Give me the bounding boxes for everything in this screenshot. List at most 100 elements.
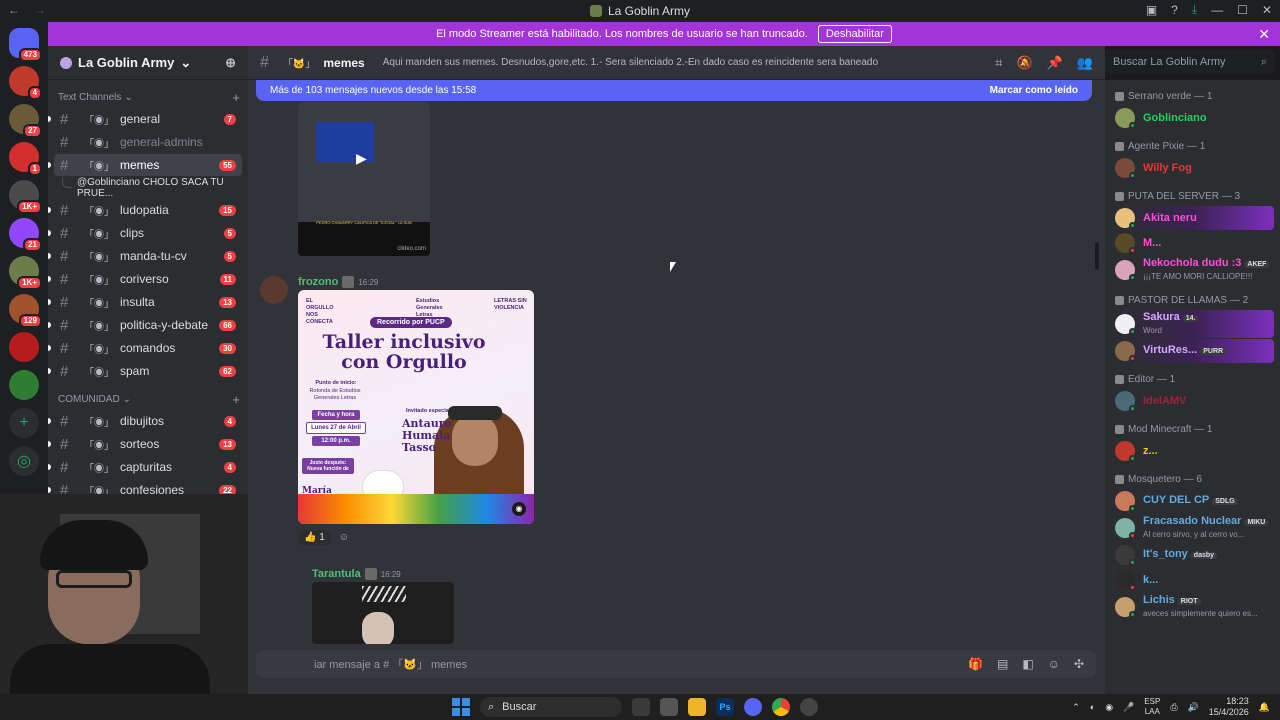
video-attachment[interactable]: ▶ PEDRO CHAVARRY CALIFICA DE "ILEGAL" LA…: [298, 102, 430, 256]
emoji-icon[interactable]: ☺: [1048, 657, 1060, 671]
channel-general-admins[interactable]: # 「◉」 general-admins: [54, 131, 242, 153]
network-icon[interactable]: ⎙: [1170, 702, 1177, 713]
wifi-icon[interactable]: ◉: [1105, 702, 1113, 713]
notifications-icon[interactable]: 🔔: [1259, 702, 1270, 713]
download-icon[interactable]: ⤓: [1192, 2, 1197, 17]
image-attachment[interactable]: EL ORGULLO NOS CONECTA Estudios Generale…: [298, 290, 534, 524]
channel-memes[interactable]: # 「◉」 memes 55: [48, 154, 242, 176]
member-item[interactable]: VirtuRes... PURR: [1115, 339, 1274, 363]
chrome-icon[interactable]: [772, 698, 790, 716]
task-view-icon[interactable]: [632, 698, 650, 716]
guild-direct-messages[interactable]: 473: [9, 28, 42, 62]
chevron-up-icon[interactable]: ⌃: [1072, 702, 1080, 713]
channel-insulta[interactable]: # 「◉」 insulta 13: [48, 291, 242, 313]
member-item[interactable]: k...: [1115, 568, 1280, 592]
server-header[interactable]: La Goblin Army ⌄ ⊕: [48, 46, 248, 80]
member-item[interactable]: IdelAMV: [1115, 389, 1280, 413]
app-icon[interactable]: [800, 698, 818, 716]
guild-server-8[interactable]: [9, 332, 39, 362]
message-avatar[interactable]: [260, 276, 288, 304]
guild-server-4[interactable]: 1K+: [9, 180, 42, 214]
channel-capturitas[interactable]: # 「◉」 capturitas 4: [48, 456, 242, 478]
channel-manda-tu-cv[interactable]: # 「◉」 manda-tu-cv 5: [48, 245, 242, 267]
new-messages-bar[interactable]: Más de 103 mensajes nuevos desde las 15:…: [256, 80, 1092, 101]
language-indicator[interactable]: ESP LAA: [1144, 697, 1160, 717]
gif-icon[interactable]: ▤: [997, 657, 1008, 671]
invite-people-icon[interactable]: ⊕: [225, 55, 236, 71]
threads-icon[interactable]: ⌗: [995, 55, 1002, 71]
pin-icon[interactable]: 📌: [1047, 55, 1063, 71]
channel-clips[interactable]: # 「◉」 clips 5: [48, 222, 242, 244]
channel-general[interactable]: # 「◉」 general 7: [48, 108, 242, 130]
guild-server-2[interactable]: 27: [9, 104, 42, 138]
category-header[interactable]: COMUNIDAD ⌄ +: [48, 388, 248, 410]
photoshop-icon[interactable]: Ps: [716, 698, 734, 716]
search-input[interactable]: Buscar La Goblin Army ⌕: [1105, 50, 1275, 74]
disable-streamer-button[interactable]: Deshabilitar: [817, 25, 892, 43]
channel-spam[interactable]: # 「◉」 spam 62: [48, 360, 242, 382]
message-input[interactable]: iar mensaje a # 「🐱」 memes 🎁 ▤ ◧ ☺ ✣: [256, 650, 1096, 678]
guild-server-7[interactable]: 129: [9, 294, 42, 328]
channel-ludopatia[interactable]: # 「◉」 ludopatia 15: [48, 199, 242, 221]
inbox-icon[interactable]: ▣: [1146, 3, 1157, 17]
forward-arrow-icon[interactable]: →: [34, 3, 46, 17]
video-attachment[interactable]: [312, 582, 454, 644]
taskbar-search[interactable]: ⌕ Buscar: [480, 697, 622, 717]
explore-icon[interactable]: ◎: [9, 446, 39, 476]
back-arrow-icon[interactable]: ←: [8, 3, 20, 17]
clock[interactable]: 18:23 15/4/2026: [1209, 696, 1249, 718]
create-channel-icon[interactable]: +: [232, 90, 240, 105]
member-item[interactable]: Willy Fog: [1115, 156, 1280, 180]
add-reaction-icon[interactable]: ☺: [339, 532, 349, 543]
member-item[interactable]: Nekochola dudu :3 AKEF ¡¡¡TE AMO MORI CALL…: [1115, 256, 1280, 284]
notepad-icon[interactable]: [660, 698, 678, 716]
notification-bell-icon[interactable]: 🔕: [1016, 55, 1032, 71]
maximize-icon[interactable]: ☐: [1237, 3, 1248, 17]
file-explorer-icon[interactable]: [688, 698, 706, 716]
reaction[interactable]: 👍 1: [298, 530, 331, 545]
member-item[interactable]: It's_tony dasby: [1115, 543, 1280, 567]
scrollbar[interactable]: [1095, 242, 1099, 270]
channel-dibujitos[interactable]: # 「◉」 dibujitos 4: [48, 410, 242, 432]
member-item[interactable]: CUY DEL CP SDLG: [1115, 489, 1280, 513]
member-item[interactable]: Fracasado Nuclear MIKU Al cerro sirvo, y a…: [1115, 514, 1280, 542]
windows-start-icon[interactable]: [452, 698, 470, 716]
discord-icon[interactable]: [744, 698, 762, 716]
member-item[interactable]: z...: [1115, 439, 1280, 463]
tray-app-icon[interactable]: ◐: [1090, 702, 1095, 712]
microphone-icon[interactable]: 🎤: [1123, 702, 1134, 713]
mark-as-read-button[interactable]: Marcar como leído: [990, 85, 1078, 96]
member-item[interactable]: M...: [1115, 231, 1280, 255]
member-item[interactable]: Lichis RIOT aveces simplemente quiero es..…: [1115, 593, 1280, 621]
guild-server-9[interactable]: [9, 370, 39, 400]
play-icon[interactable]: ▶: [356, 150, 367, 167]
channel-topic[interactable]: Aqui manden sus memes. Desnudos,gore,etc…: [383, 57, 878, 68]
add-server-icon[interactable]: +: [9, 408, 39, 438]
channel-politica-y-debate[interactable]: # 「◉」 politica-y-debate 66: [48, 314, 242, 336]
category-header[interactable]: Text Channels ⌄ +: [48, 86, 248, 108]
volume-icon[interactable]: 🔊: [1188, 702, 1199, 713]
close-window-icon[interactable]: ✕: [1262, 3, 1272, 17]
create-channel-icon[interactable]: +: [232, 392, 240, 407]
guild-server-1[interactable]: 4: [9, 66, 42, 100]
member-item[interactable]: Sakura 14. Word: [1115, 310, 1274, 338]
channel-coriverso[interactable]: # 「◉」 coriverso 11: [48, 268, 242, 290]
volume-icon[interactable]: ◉: [512, 502, 526, 516]
member-list-icon[interactable]: 👥: [1077, 55, 1093, 71]
message-author[interactable]: frozono: [298, 276, 338, 288]
channel-sorteos[interactable]: # 「◉」 sorteos 13: [48, 433, 242, 455]
gift-icon[interactable]: 🎁: [968, 657, 983, 671]
avatar[interactable]: [260, 276, 288, 304]
close-banner-icon[interactable]: ✕: [1258, 26, 1270, 43]
member-item[interactable]: Goblinciano: [1115, 106, 1280, 130]
guild-server-5[interactable]: 21: [9, 218, 42, 252]
thread-item[interactable]: @Goblinciano CHOLO SACA TU PRUE...: [48, 177, 248, 199]
message-author[interactable]: Tarantula: [312, 568, 361, 580]
channel-comandos[interactable]: # 「◉」 comandos 30: [48, 337, 242, 359]
sticker-icon[interactable]: ◧: [1022, 657, 1033, 671]
guild-server-3[interactable]: 1: [9, 142, 42, 176]
guild-server-6[interactable]: 1K+: [9, 256, 42, 290]
minimize-icon[interactable]: —: [1211, 3, 1223, 17]
apps-icon[interactable]: ✣: [1074, 657, 1084, 671]
member-item[interactable]: Akita neru: [1115, 206, 1274, 230]
